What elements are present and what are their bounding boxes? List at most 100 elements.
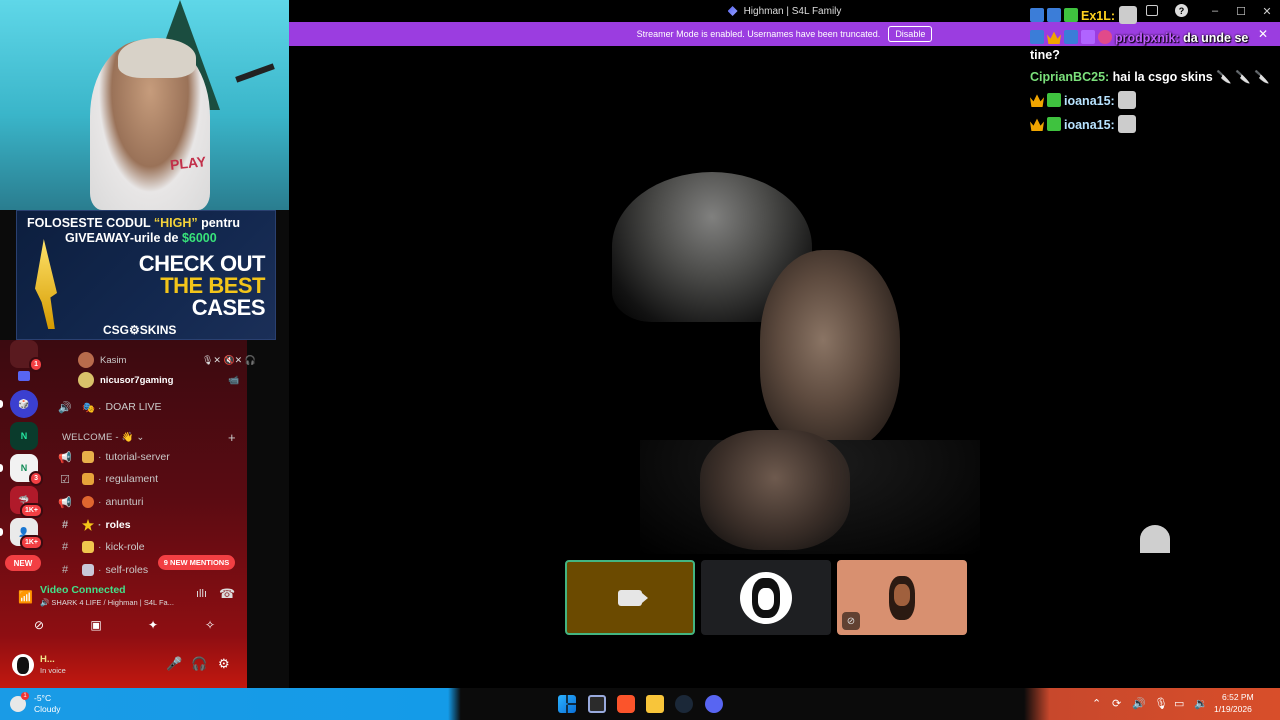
screen-share-icon[interactable]: ▣ <box>85 616 107 634</box>
server-icon[interactable]: N3 <box>10 454 43 486</box>
dice-emoji-icon <box>82 564 94 576</box>
channel-label: self-roles <box>105 564 149 576</box>
brave-browser-icon[interactable] <box>617 695 635 713</box>
disable-streamer-mode-button[interactable]: Disable <box>888 26 933 42</box>
sync-icon[interactable]: ⟳ <box>1112 697 1121 710</box>
participant-avatar <box>876 571 928 624</box>
discord-app-icon <box>727 6 738 16</box>
chat-message: Ex1L: <box>1030 6 1275 24</box>
voice-user[interactable]: Kasim 🎙✕ 🔇✕ 🎧 <box>78 352 256 368</box>
deafened-icon: ⊘ <box>842 612 860 630</box>
folder-icon[interactable] <box>10 362 38 390</box>
participant-tile[interactable] <box>565 560 695 635</box>
tray-overflow-icon[interactable]: ⌃ <box>1092 697 1101 710</box>
server-icon[interactable]: 🎲 <box>10 390 38 418</box>
server-count: 3 <box>29 471 43 486</box>
user-avatar[interactable] <box>12 654 34 676</box>
voice-channel-path[interactable]: 🔊 SHARK 4 LIFE / Highman | S4L Fa... <box>40 598 174 607</box>
task-view-icon[interactable] <box>588 695 606 713</box>
file-explorer-icon[interactable] <box>646 695 664 713</box>
chat-username: CiprianBC25: <box>1030 69 1110 84</box>
sponsor-line-1: FOLOSESTE CODUL “HIGH” pentru <box>27 216 240 230</box>
gift-badge-icon <box>1064 8 1078 22</box>
channel-self-roles[interactable]: # · self-roles <box>58 561 148 579</box>
new-badge[interactable]: NEW <box>5 555 41 571</box>
channel-anunturi[interactable]: 📢 · anunturi <box>58 493 143 511</box>
microphone-icon[interactable]: 🎤 <box>166 656 182 672</box>
disconnect-icon[interactable]: ☎ <box>219 586 235 602</box>
add-channel-icon[interactable]: + <box>228 430 236 445</box>
chat-message: prodpxnik: da unde se tine? <box>1030 30 1275 63</box>
hand-emoji-icon <box>82 451 94 463</box>
participant-tile[interactable]: ⊘ <box>837 560 967 635</box>
badge-icon <box>1030 8 1044 22</box>
weather-description[interactable]: Cloudy <box>34 704 60 714</box>
chat-username: ioana15: <box>1064 118 1115 133</box>
channel-label: roles <box>105 519 131 531</box>
fire-emoji-icon <box>82 496 94 508</box>
volume-icon[interactable]: 🔊 <box>1132 697 1146 710</box>
knife-icon <box>35 239 57 329</box>
channel-roles[interactable]: # · roles <box>58 516 131 534</box>
scroll-emoji-icon <box>82 473 94 485</box>
server-icon[interactable]: 👤 1K+ <box>10 518 43 550</box>
network-icon[interactable]: ▭ <box>1174 697 1184 710</box>
discord-sidebar: 1 🎲 N N3 🦈 1K+ 👤 1K+ NEW Kasim 🎙✕ 🔇✕ 🎧 nic… <box>0 340 256 688</box>
badge-icon <box>1098 30 1112 45</box>
new-mentions-badge[interactable]: 9 NEW MENTIONS <box>158 555 235 570</box>
clock-time[interactable]: 6:52 PM <box>1222 692 1254 702</box>
activities-icon[interactable]: ✦ <box>142 616 164 634</box>
screen: PLAY FOLOSESTE CODUL “HIGH” pentru GIVEA… <box>0 0 1280 720</box>
voice-connection-panel: 📶 Video Connected 🔊 SHARK 4 LIFE / Highm… <box>0 580 247 642</box>
emote-icon <box>1118 91 1137 109</box>
steam-icon[interactable] <box>675 695 693 713</box>
channel-tutorial-server[interactable]: 📢 · tutorial-server <box>58 448 170 466</box>
hashtag-icon: # <box>61 564 69 576</box>
channel-regulament[interactable]: ☑ · regulament <box>58 470 158 488</box>
window-title: Highman | S4L Family <box>743 5 842 17</box>
soundboard-icon[interactable]: ✧ <box>199 616 221 634</box>
streamer-webcam: PLAY <box>0 0 289 210</box>
discord-taskbar-icon[interactable] <box>705 695 723 713</box>
crown-badge-icon <box>1030 94 1044 107</box>
category-welcome[interactable]: WELCOME - 👋 ⌄ <box>62 432 145 443</box>
mic-tray-icon[interactable]: 🎙 <box>1154 697 1168 710</box>
channel-label: anunturi <box>105 496 144 508</box>
voice-status: Video Connected <box>40 584 126 596</box>
user-status: In voice <box>40 666 66 675</box>
voice-user[interactable]: nicusor7gaming 📹 <box>78 372 239 388</box>
chat-username: ioana15: <box>1064 94 1115 108</box>
server-icon[interactable]: 🦈 1K+ <box>10 486 43 518</box>
camera-off-icon[interactable]: ⊘ <box>28 616 50 634</box>
noise-suppression-icon[interactable]: ıllı <box>196 588 207 600</box>
settings-gear-icon[interactable]: ⚙ <box>218 656 230 672</box>
channel-kick-role[interactable]: # · kick-role <box>58 538 145 556</box>
weather-alert-badge: 1 <box>21 692 29 700</box>
video-icon: 📹 <box>228 374 240 385</box>
camera-icon <box>618 589 648 606</box>
channel-label: DOAR LIVE <box>105 401 162 413</box>
background-object <box>1140 525 1170 553</box>
hashtag-icon: # <box>61 519 69 531</box>
voice-channel-doar-live[interactable]: 🔊 🎭 · DOAR LIVE <box>58 398 162 416</box>
rules-icon: ☑ <box>60 473 70 486</box>
chat-message: CiprianBC25: hai la csgo skins 🔪 🔪 🔪 <box>1030 69 1275 85</box>
unread-pill <box>0 400 3 408</box>
speaker-tray-icon[interactable]: 🔉 <box>1194 697 1208 710</box>
server-count: 1K+ <box>19 535 43 550</box>
server-icon[interactable]: N <box>10 422 38 450</box>
chat-message: ioana15: <box>1030 91 1275 109</box>
emote-icon <box>1118 115 1137 134</box>
signal-icon[interactable]: 📶 <box>18 590 33 604</box>
clock-date[interactable]: 1/19/2026 <box>1214 704 1252 714</box>
participant-tile[interactable] <box>701 560 831 635</box>
chat-text: hai la csgo skins 🔪 🔪 🔪 <box>1112 69 1270 84</box>
sponsor-line-2: GIVEAWAY-urile de $6000 <box>65 231 217 245</box>
badge-icon <box>1081 30 1095 45</box>
headphones-icon[interactable]: 🎧 <box>191 656 207 672</box>
weather-temperature[interactable]: -5°C <box>34 693 51 703</box>
speaker-icon: 🔊 <box>58 401 72 414</box>
start-menu-icon[interactable] <box>558 695 576 713</box>
unread-pill <box>0 528 3 536</box>
channel-label: regulament <box>105 473 159 485</box>
